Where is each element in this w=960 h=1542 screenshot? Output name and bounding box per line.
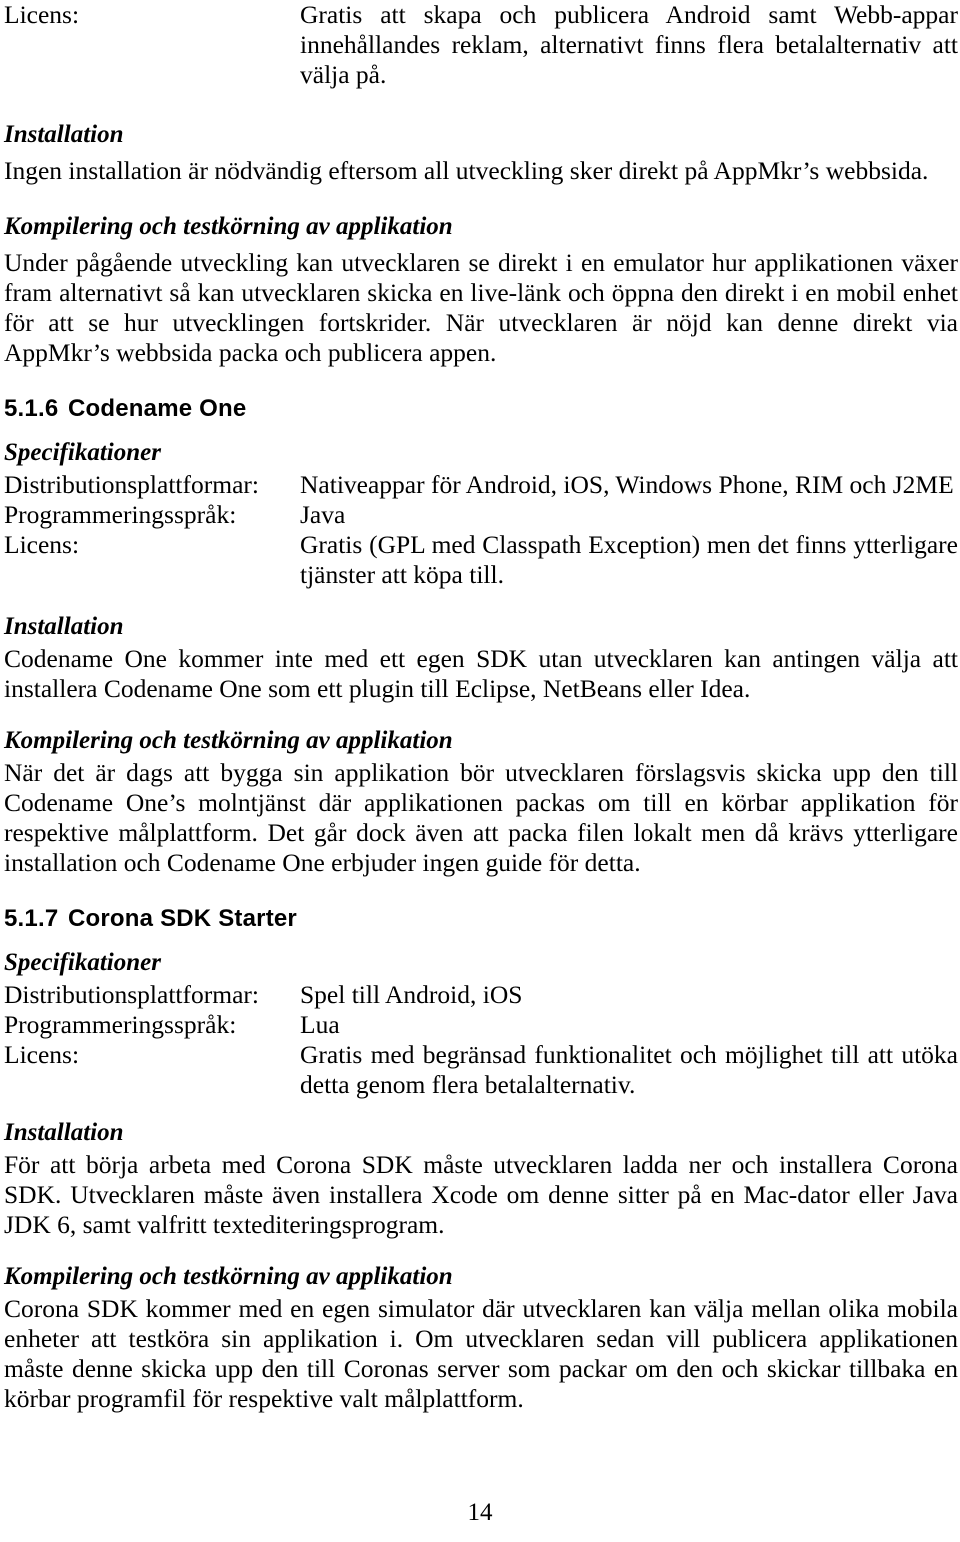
spec-value: Lua (300, 1010, 340, 1039)
spec-label: Programmeringsspråk: (4, 500, 237, 529)
spec-value: Nativeappar för Android, iOS, Windows Ph… (300, 470, 954, 499)
paragraph-compile-codename-one: När det är dags att bygga sin applikatio… (4, 758, 958, 877)
section-title: Codename One (68, 395, 247, 422)
section-number: 5.1.6 (4, 395, 59, 422)
paragraph-installation-codename-one: Codename One kommer inte med ett egen SD… (4, 644, 958, 703)
spec-row: Licens: Gratis (GPL med Classpath Except… (4, 530, 958, 590)
spec-value: Java (300, 500, 346, 529)
subheading-compile-corona-sdk: Kompilering och testkörning av applikati… (4, 1263, 453, 1290)
spec-label: Licens: (4, 1040, 80, 1069)
spec-label: Programmeringsspråk: (4, 1010, 237, 1039)
spec-label: Distributionsplattformar: (4, 470, 259, 499)
paragraph-installation-appmkr: Ingen installation är nödvändig eftersom… (4, 156, 929, 185)
spec-label-license: Licens: (4, 0, 80, 29)
subheading-compile-appmkr: Kompilering och testkörning av applikati… (4, 213, 453, 240)
section-number: 5.1.7 (4, 905, 59, 932)
subheading-installation-codename-one: Installation (4, 613, 124, 640)
subheading-specs-codename-one: Specifikationer (4, 439, 161, 466)
spec-label: Licens: (4, 530, 80, 559)
page-number: 14 (467, 1499, 493, 1526)
subheading-installation-corona-sdk: Installation (4, 1119, 124, 1146)
section-heading-corona-sdk: 5.1.7 Corona SDK Starter (4, 904, 958, 934)
paragraph-compile-appmkr: Under pågående utveckling kan utvecklare… (4, 248, 958, 367)
spec-row: Programmeringsspråk: Lua (4, 1010, 958, 1040)
spec-value: Spel till Android, iOS (300, 980, 523, 1009)
spec-value-license: Gratis att skapa och publicera Android s… (300, 0, 958, 89)
paragraph-installation-corona-sdk: För att börja arbeta med Corona SDK måst… (4, 1150, 958, 1239)
paragraph-compile-corona-sdk: Corona SDK kommer med en egen simulator … (4, 1294, 958, 1413)
subheading-installation-appmkr: Installation (4, 121, 124, 148)
subheading-specs-corona-sdk: Specifikationer (4, 949, 161, 976)
subheading-compile-codename-one: Kompilering och testkörning av applikati… (4, 727, 453, 754)
document-page: Licens: Gratis att skapa och publicera A… (0, 0, 960, 1542)
section-title: Corona SDK Starter (68, 905, 297, 932)
section-heading-codename-one: 5.1.6 Codename One (4, 394, 958, 424)
spec-value: Gratis med begränsad funktionalitet och … (300, 1040, 958, 1099)
spec-row: Programmeringsspråk: Java (4, 500, 958, 530)
spec-row: Distributionsplattformar: Nativeappar fö… (4, 470, 958, 500)
spec-row: Licens: Gratis med begränsad funktionali… (4, 1040, 958, 1100)
spec-label: Distributionsplattformar: (4, 980, 259, 1009)
spec-row: Distributionsplattformar: Spel till Andr… (4, 980, 958, 1010)
spec-value: Gratis (GPL med Classpath Exception) men… (300, 530, 958, 589)
spec-row-license-continued: Licens: Gratis att skapa och publicera A… (4, 0, 958, 90)
